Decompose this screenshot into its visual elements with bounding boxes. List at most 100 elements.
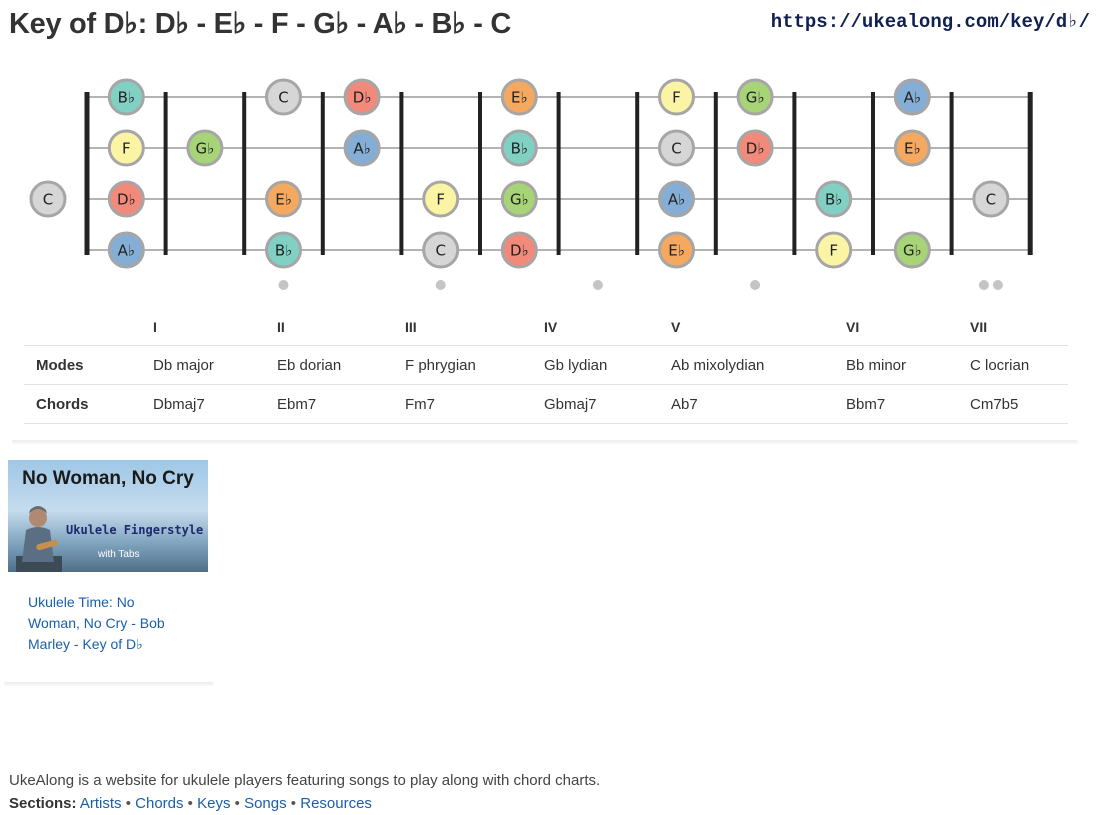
note-label: E♭ xyxy=(511,89,528,107)
chord-cell: Gbmaj7 xyxy=(544,395,597,413)
thumbnail-subtitle: Ukulele Fingerstyle xyxy=(66,523,204,537)
note-marker: G♭ xyxy=(893,231,931,269)
separator: • xyxy=(125,795,131,812)
chord-cell: Dbmaj7 xyxy=(153,395,205,413)
note-marker: B♭ xyxy=(265,231,302,269)
note-marker: C xyxy=(658,129,695,167)
card-divider xyxy=(4,682,214,686)
row-label: Modes xyxy=(36,356,84,374)
degree-header: II xyxy=(277,318,285,335)
fret-marker-dot xyxy=(992,280,1003,290)
footer-link-chords[interactable]: Chords xyxy=(135,795,183,812)
video-link[interactable]: Ukulele Time: No Woman, No Cry - Bob Mar… xyxy=(28,592,178,655)
note-marker: C xyxy=(265,78,302,116)
degree-header: V xyxy=(671,318,681,335)
note-label: B♭ xyxy=(511,140,528,158)
note-label: B♭ xyxy=(118,89,135,107)
footer-link-resources[interactable]: Resources xyxy=(300,795,372,812)
note-marker: F xyxy=(422,180,460,218)
note-marker: G♭ xyxy=(186,129,224,167)
footer-link-songs[interactable]: Songs xyxy=(244,795,287,812)
note-label: E♭ xyxy=(904,140,921,158)
note-label: C xyxy=(986,191,996,209)
chord-cell: Cm7b5 xyxy=(970,395,1019,413)
separator: • xyxy=(290,795,297,812)
modes-row: Modes Db major Eb dorian F phrygian Gb l… xyxy=(24,345,1068,385)
video-thumbnail[interactable]: No Woman, No Cry Ukulele Fingerstyle wit… xyxy=(8,460,208,572)
chords-row: Chords Dbmaj7 Ebm7 Fm7 Gbmaj7 Ab7 Bbm7 C… xyxy=(24,384,1068,424)
note-label: D♭ xyxy=(353,89,372,107)
mode-cell: C locrian xyxy=(970,356,1030,374)
note-marker: D♭ xyxy=(736,129,774,167)
note-marker: D♭ xyxy=(343,78,381,116)
note-label: B♭ xyxy=(825,191,842,209)
note-label: D♭ xyxy=(746,140,765,158)
note-label: D♭ xyxy=(510,242,529,260)
note-marker: C xyxy=(29,180,67,218)
note-marker: E♭ xyxy=(893,129,931,167)
note-label: G♭ xyxy=(903,242,922,260)
degree-header: III xyxy=(405,318,417,335)
chord-cell: Fm7 xyxy=(405,395,435,413)
note-label: C xyxy=(671,140,681,158)
modes-table: I II III IV V VI VII Modes Db major Eb d… xyxy=(24,308,1068,424)
mode-cell: Eb dorian xyxy=(277,356,342,374)
note-marker: A♭ xyxy=(107,231,145,269)
footer-description: UkeAlong is a website for ukulele player… xyxy=(9,772,601,789)
fret-marker-dot xyxy=(592,280,603,290)
degree-header: IV xyxy=(544,318,558,335)
note-marker: B♭ xyxy=(107,78,145,116)
degree-header: VI xyxy=(846,318,860,335)
note-label: F xyxy=(436,191,445,209)
degree-header: VII xyxy=(970,318,988,335)
note-label: F xyxy=(829,242,838,260)
note-marker: D♭ xyxy=(107,180,145,218)
note-label: G♭ xyxy=(196,140,215,158)
chord-cell: Ebm7 xyxy=(277,395,317,413)
footer-link-keys[interactable]: Keys xyxy=(197,795,230,812)
thumbnail-title: No Woman, No Cry xyxy=(22,468,194,489)
note-label: C xyxy=(278,89,288,107)
note-label: D♭ xyxy=(117,191,136,209)
note-label: A♭ xyxy=(118,242,135,260)
note-label: B♭ xyxy=(275,242,292,260)
note-label: F xyxy=(672,89,681,107)
video-card[interactable]: No Woman, No Cry Ukulele Fingerstyle wit… xyxy=(8,460,209,652)
note-label: A♭ xyxy=(668,191,685,209)
table-divider xyxy=(12,440,1078,444)
note-marker: E♭ xyxy=(265,180,302,218)
note-marker: C xyxy=(972,180,1010,218)
note-label: C xyxy=(435,242,445,260)
note-marker: E♭ xyxy=(658,231,695,269)
fret-marker-dot xyxy=(978,280,989,290)
note-marker: A♭ xyxy=(893,78,931,116)
note-label: C xyxy=(43,191,53,209)
fretboard-diagram: B♭ C D♭ E♭ F G♭ A♭ F G♭ A♭ B♭ C D♭ E♭ D♭ E♭ F G♭ A♭ B♭ C A♭ B♭… xyxy=(29,78,1033,290)
sections-label: Sections: xyxy=(9,795,77,812)
separator: • xyxy=(234,795,240,812)
footer-link-artists[interactable]: Artists xyxy=(80,795,122,812)
chord-cell: Ab7 xyxy=(671,395,698,413)
mode-cell: Gb lydian xyxy=(544,356,608,374)
fret-marker-dot xyxy=(435,280,446,290)
corner-cell xyxy=(24,308,141,346)
note-label: E♭ xyxy=(668,242,685,260)
mode-cell: F phrygian xyxy=(405,356,476,374)
degree-header: I xyxy=(153,318,157,335)
page-title: Key of D♭: D♭ - E♭ - F - G♭ - A♭ - B♭ - … xyxy=(9,8,512,40)
note-marker: B♭ xyxy=(815,180,853,218)
footer-sections: Sections: Artists • Chords • Keys • Song… xyxy=(9,795,372,812)
note-label: G♭ xyxy=(510,191,529,209)
separator: • xyxy=(187,795,193,812)
note-label: A♭ xyxy=(904,89,921,107)
note-marker: C xyxy=(422,231,460,269)
row-label: Chords xyxy=(36,395,89,413)
note-marker: B♭ xyxy=(500,129,538,167)
note-marker: F xyxy=(815,231,853,269)
chord-cell: Bbm7 xyxy=(846,395,886,413)
note-label: E♭ xyxy=(275,191,292,209)
note-marker: A♭ xyxy=(343,129,381,167)
mode-cell: Db major xyxy=(153,356,214,374)
note-label: A♭ xyxy=(353,140,370,158)
note-marker: A♭ xyxy=(658,180,695,218)
